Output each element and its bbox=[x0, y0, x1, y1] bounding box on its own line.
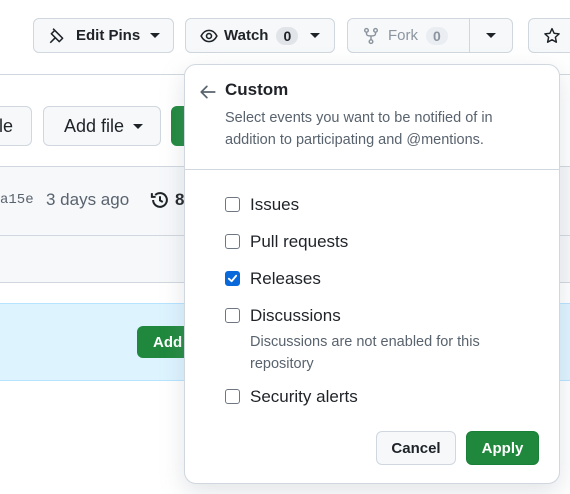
option-issues[interactable]: Issues bbox=[225, 195, 299, 215]
watch-label: Watch bbox=[224, 27, 269, 44]
watch-count: 0 bbox=[276, 26, 299, 45]
security-alerts-checkbox[interactable] bbox=[225, 389, 240, 404]
releases-checkbox[interactable] bbox=[225, 271, 240, 286]
cancel-button[interactable]: Cancel bbox=[376, 431, 456, 465]
discussions-checkbox[interactable] bbox=[225, 308, 240, 323]
check-icon bbox=[227, 274, 238, 283]
fork-icon bbox=[362, 27, 380, 45]
chevron-down-icon bbox=[133, 123, 144, 129]
history-icon[interactable] bbox=[150, 190, 170, 215]
arrow-left-icon[interactable] bbox=[199, 83, 217, 106]
option-discussions[interactable]: Discussions bbox=[225, 306, 341, 326]
file-button[interactable]: le bbox=[0, 106, 32, 146]
star-button[interactable] bbox=[528, 18, 570, 53]
option-releases[interactable]: Releases bbox=[225, 269, 321, 289]
fork-count: 0 bbox=[426, 26, 448, 45]
option-label: Releases bbox=[250, 269, 321, 288]
chevron-down-icon bbox=[310, 33, 321, 38]
menu-description: Select events you want to be notified of… bbox=[225, 110, 493, 148]
eye-icon bbox=[200, 27, 218, 45]
chevron-down-icon bbox=[486, 33, 496, 38]
option-label: Pull requests bbox=[250, 232, 349, 251]
add-file-button[interactable]: Add file bbox=[43, 106, 161, 146]
option-security-alerts[interactable]: Security alerts bbox=[225, 387, 358, 407]
fork-button[interactable]: Fork 0 bbox=[347, 18, 470, 53]
option-label: Discussions bbox=[250, 306, 341, 325]
fork-dropdown-button[interactable] bbox=[469, 18, 513, 53]
discussions-note: Discussions are not enabled for this rep… bbox=[250, 334, 480, 372]
chevron-down-icon bbox=[150, 33, 161, 38]
option-label: Issues bbox=[250, 195, 300, 214]
banner-add-label: Add bbox=[153, 333, 183, 351]
commit-hash[interactable]: a15e bbox=[0, 192, 34, 208]
pin-icon bbox=[48, 27, 66, 45]
menu-title: Custom bbox=[225, 80, 289, 99]
issues-checkbox[interactable] bbox=[225, 197, 240, 212]
add-file-label: Add file bbox=[64, 115, 125, 136]
file-button-label: le bbox=[0, 115, 14, 136]
option-label: Security alerts bbox=[250, 387, 358, 406]
watch-custom-menu: Custom Select events you want to be noti… bbox=[184, 64, 560, 484]
edit-pins-label: Edit Pins bbox=[76, 27, 141, 44]
menu-header: Custom Select events you want to be noti… bbox=[185, 65, 559, 170]
pull-requests-checkbox[interactable] bbox=[225, 234, 240, 249]
fork-label: Fork bbox=[388, 27, 418, 44]
edit-pins-button[interactable]: Edit Pins bbox=[33, 18, 174, 53]
apply-button[interactable]: Apply bbox=[466, 431, 539, 465]
watch-button[interactable]: Watch 0 bbox=[185, 18, 335, 53]
star-icon bbox=[543, 27, 561, 45]
commit-time: 3 days ago bbox=[46, 190, 130, 209]
option-pull-requests[interactable]: Pull requests bbox=[225, 232, 348, 252]
